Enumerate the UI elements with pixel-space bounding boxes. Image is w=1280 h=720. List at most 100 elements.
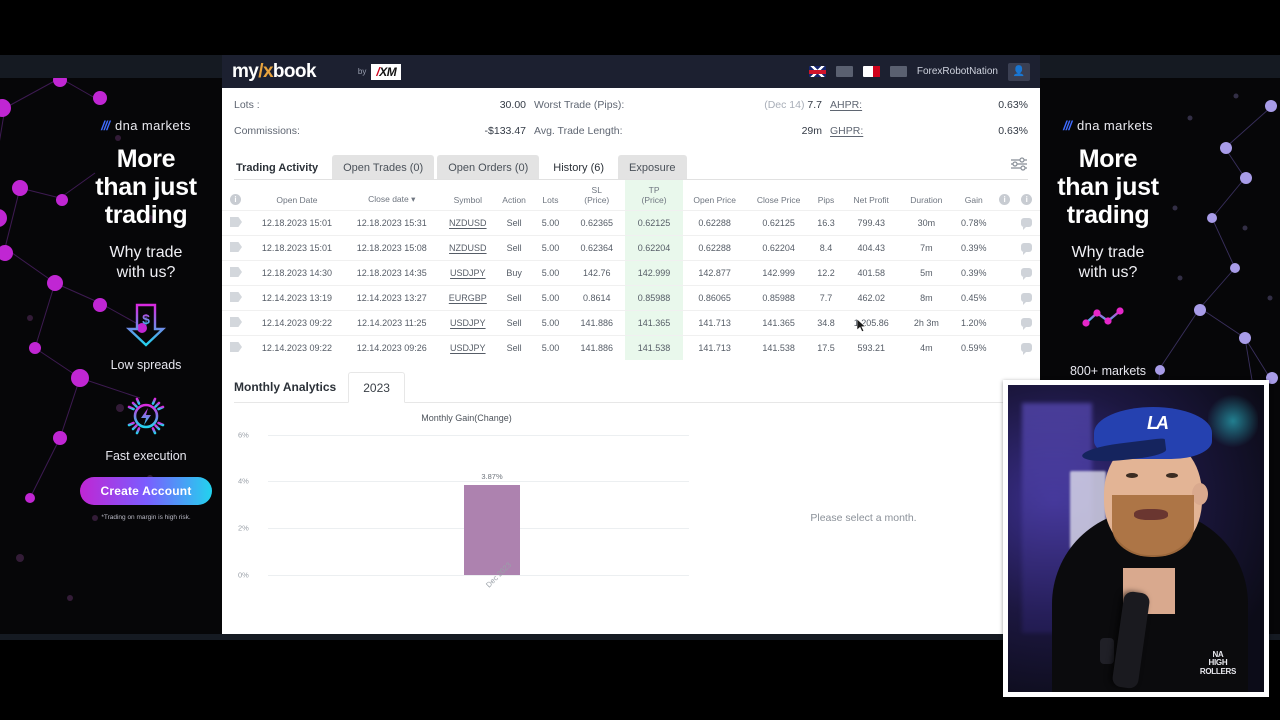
table-header-row: i Open Date Close date ▾ Symbol Action L… (222, 180, 1040, 211)
cell-tp: 141.538 (625, 335, 683, 360)
ad-headline-line-3: trading (104, 201, 188, 229)
stat-ahpr-label[interactable]: AHPR: (830, 99, 862, 111)
flag-icon-2[interactable] (835, 66, 853, 77)
cell-pips: 16.3 (810, 210, 842, 236)
cell-open-price: 142.877 (682, 260, 747, 286)
cell-symbol[interactable]: NZDUSD (440, 210, 496, 236)
dna-markets-logo-icon-right: /// (1063, 118, 1072, 133)
stat-worst-trade: Worst Trade (Pips): (Dec 14) 7.7 (526, 99, 822, 111)
tab-history[interactable]: History (6) (542, 155, 616, 180)
cell-comment[interactable] (1013, 260, 1040, 286)
cell-lots: 5.00 (532, 310, 569, 336)
tab-open-trades[interactable]: Open Trades (0) (332, 155, 435, 180)
cell-comment[interactable] (1013, 310, 1040, 336)
stat-lots: Lots : 30.00 (234, 99, 526, 111)
flag-icon-4[interactable] (889, 66, 907, 77)
ad-headline-right-line-1: More (1078, 145, 1138, 173)
cell-duration: 30m (900, 210, 952, 236)
col-net-profit[interactable]: Net Profit (841, 180, 901, 211)
stat-ghpr-label[interactable]: GHPR: (830, 125, 863, 137)
logo-book: book (272, 60, 317, 82)
col-tp[interactable]: TP (Price) (625, 180, 683, 211)
flag-icon-3[interactable] (862, 66, 880, 77)
year-tab-2023[interactable]: 2023 (348, 372, 405, 403)
create-account-button[interactable]: Create Account (80, 477, 212, 505)
cell-open-price: 0.86065 (682, 285, 747, 311)
info-icon[interactable]: i (1021, 194, 1033, 205)
table-row[interactable]: 12.14.2023 09:22 12.14.2023 09:26 USDJPY… (222, 335, 1040, 360)
cell-pips: 7.7 (810, 285, 842, 311)
col-info-2: i (1013, 180, 1040, 211)
col-action[interactable]: Action (495, 180, 532, 211)
cell-action: Sell (495, 235, 533, 261)
col-tp-top: TP (648, 185, 660, 195)
cell-action: Sell (495, 335, 533, 360)
col-lots[interactable]: Lots (533, 180, 568, 211)
table-settings-button[interactable] (1010, 157, 1028, 180)
hoodie-logo-text: NA HIGH ROLLERS (1199, 649, 1236, 676)
cell-duration: 4m (900, 335, 952, 360)
y-tick-label: 2% (238, 523, 249, 533)
tab-exposure[interactable]: Exposure (618, 155, 687, 180)
username-label[interactable]: ForexRobotNation (917, 66, 998, 77)
cell-open-price: 141.713 (682, 310, 747, 336)
col-open-date[interactable]: Open Date (251, 180, 344, 211)
cell-close-date: 12.18.2023 14:35 (343, 260, 441, 286)
cell-gain: 0.78% (951, 210, 996, 236)
col-symbol[interactable]: Symbol (440, 180, 495, 211)
cell-symbol[interactable]: NZDUSD (440, 235, 496, 261)
col-close-price[interactable]: Close Price (747, 180, 811, 211)
col-gain[interactable]: Gain (952, 180, 996, 211)
table-row[interactable]: 12.14.2023 13:19 12.14.2023 13:27 EURGBP… (222, 285, 1040, 311)
col-sl[interactable]: SL (Price) (568, 180, 625, 211)
myfxbook-logo[interactable]: my/xbook (232, 60, 317, 83)
tab-open-orders[interactable]: Open Orders (0) (437, 155, 540, 180)
cell-spacer (995, 285, 1014, 311)
col-duration[interactable]: Duration (901, 180, 952, 211)
cell-net-profit: 799.43 (841, 210, 901, 236)
cell-sl: 142.76 (568, 260, 626, 286)
monthly-analytics-title: Monthly Analytics (234, 380, 337, 394)
cell-comment[interactable] (1013, 210, 1040, 236)
month-placeholder-message: Please select a month. (810, 512, 917, 524)
cell-net-profit: 593.21 (841, 335, 901, 360)
col-pips[interactable]: Pips (811, 180, 842, 211)
info-icon[interactable]: i (999, 194, 1011, 205)
table-row[interactable]: 12.14.2023 09:22 12.14.2023 11:25 USDJPY… (222, 310, 1040, 336)
avatar[interactable]: 👤 (1008, 62, 1030, 81)
tag-icon (230, 267, 242, 277)
col-open-price[interactable]: Open Price (683, 180, 747, 211)
cell-open-price: 0.62288 (682, 210, 747, 236)
history-table-body: 12.18.2023 15:01 12.18.2023 15:31 NZDUSD… (222, 210, 1040, 360)
cell-symbol[interactable]: USDJPY (440, 260, 496, 286)
info-icon[interactable]: i (230, 194, 241, 205)
cell-open-date: 12.14.2023 09:22 (250, 335, 344, 360)
ad-headline-right-line-2: than just (1057, 173, 1159, 201)
cell-symbol[interactable]: USDJPY (440, 335, 496, 360)
gridline (268, 481, 689, 482)
ad-sub-line-1: Why trade (109, 244, 183, 261)
logo-by-text: by (357, 67, 367, 76)
col-close-date[interactable]: Close date ▾ (343, 180, 440, 211)
logo-my: my (232, 60, 259, 82)
cell-open-date: 12.14.2023 13:19 (250, 285, 344, 311)
cell-sl: 0.62365 (568, 210, 626, 236)
bar-dec-2023[interactable] (464, 484, 520, 575)
svg-text:$: $ (142, 311, 150, 327)
table-row[interactable]: 12.18.2023 15:01 12.18.2023 15:08 NZDUSD… (222, 235, 1040, 261)
cell-comment[interactable] (1013, 235, 1040, 261)
ad-subheadline-right: Why trade with us? (1046, 243, 1170, 283)
col-tp-bottom: (Price) (641, 195, 667, 205)
ad-banner-left[interactable]: /// dna markets More than just trading W… (0, 78, 222, 634)
cell-symbol[interactable]: USDJPY (440, 310, 496, 336)
cell-symbol[interactable]: EURGBP (440, 285, 496, 311)
webcam-overlay: LA NA HIGH ROLLERS (1003, 380, 1269, 697)
la-cap-logo-icon: LA (1147, 413, 1169, 433)
site-header: my/xbook by /XM ForexRobotNation 👤 (222, 55, 1040, 88)
uk-flag-icon[interactable] (808, 66, 826, 77)
cell-lots: 5.00 (532, 210, 569, 236)
cell-comment[interactable] (1013, 285, 1040, 311)
table-row[interactable]: 12.18.2023 14:30 12.18.2023 14:35 USDJPY… (222, 260, 1040, 286)
cell-comment[interactable] (1013, 335, 1040, 360)
table-row[interactable]: 12.18.2023 15:01 12.18.2023 15:31 NZDUSD… (222, 210, 1040, 236)
